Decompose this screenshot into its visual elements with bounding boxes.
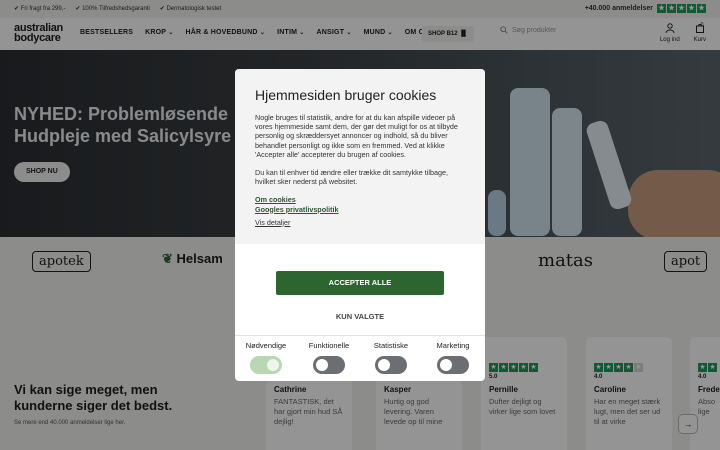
toggle-marketing: Marketing — [423, 341, 483, 374]
cookie-consent-dialog: Hjemmesiden bruger cookies Nogle bruges … — [235, 69, 485, 381]
google-privacy-link[interactable]: Googles privatlivspolitik — [255, 205, 465, 214]
show-details-link[interactable]: Vis detaljer — [255, 218, 465, 227]
toggle-functional: Funktionelle — [299, 341, 359, 374]
toggle-label: Nødvendige — [245, 341, 287, 350]
toggle-label: Funktionelle — [308, 341, 350, 350]
cookie-paragraph-2: Du kan til enhver tid ændre eller trække… — [255, 168, 448, 187]
cookie-info-panel: Hjemmesiden bruger cookies Nogle bruges … — [235, 69, 485, 244]
functional-switch[interactable] — [313, 356, 345, 374]
toggle-necessary: Nødvendige — [236, 341, 296, 374]
statistics-switch[interactable] — [375, 356, 407, 374]
toggle-label: Statistiske — [373, 341, 409, 350]
cookie-links: Om cookies Googles privatlivspolitik Vis… — [255, 195, 465, 227]
only-selected-button[interactable]: KUN VALGTE — [235, 312, 485, 321]
cookie-title: Hjemmesiden bruger cookies — [255, 87, 437, 103]
cookie-category-toggles: Nødvendige Funktionelle Statistiske Mark… — [235, 335, 485, 381]
toggle-statistics: Statistiske — [361, 341, 421, 374]
about-cookies-link[interactable]: Om cookies — [255, 195, 465, 204]
toggle-label: Marketing — [436, 341, 470, 350]
accept-all-button[interactable]: ACCEPTER ALLE — [276, 271, 444, 295]
cookie-description: Nogle bruges til statistik, andre for at… — [255, 113, 465, 186]
necessary-switch — [250, 356, 282, 374]
marketing-switch[interactable] — [437, 356, 469, 374]
cookie-paragraph-1: Nogle bruges til statistik, andre for at… — [255, 113, 458, 159]
